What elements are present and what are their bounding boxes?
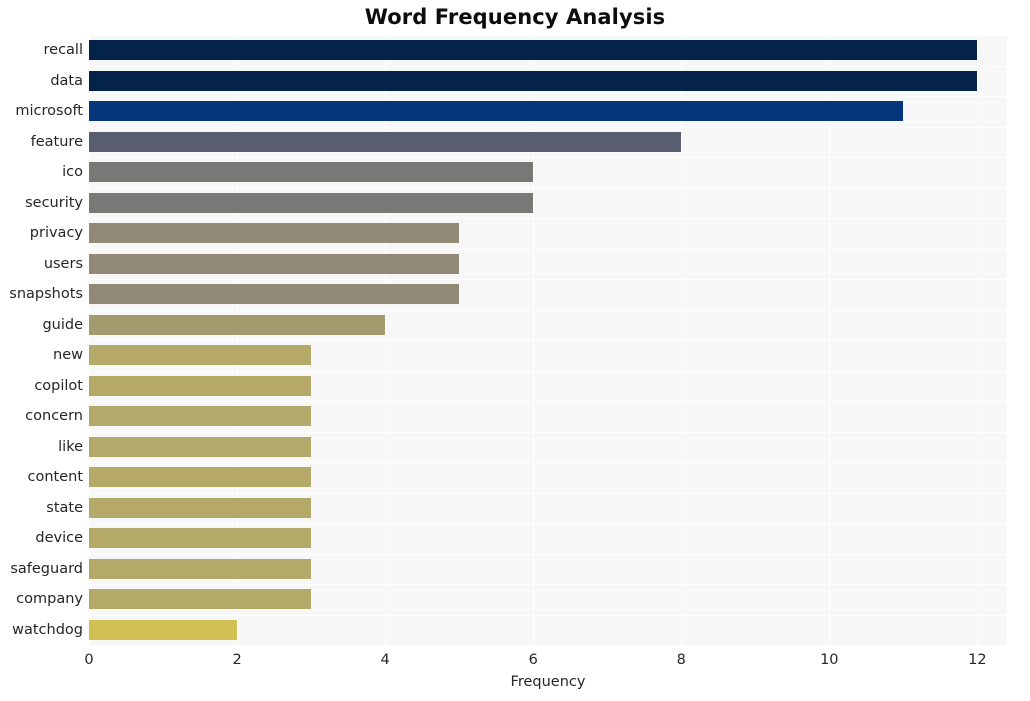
y-tick-label-snapshots: snapshots — [9, 286, 83, 303]
bar-privacy[interactable] — [89, 223, 460, 244]
y-tick-label-microsoft: microsoft — [15, 103, 83, 120]
bar-like[interactable] — [89, 436, 312, 457]
bar-recall[interactable] — [89, 40, 978, 61]
y-tick-label-feature: feature — [30, 133, 83, 150]
bar-device[interactable] — [89, 528, 312, 549]
y-axis-tick-labels: recall data microsoft feature ico security pri… — [0, 35, 89, 645]
gridline-horizontal-5 — [89, 188, 1007, 189]
gridline-horizontal-9 — [89, 310, 1007, 311]
y-tick-label-content: content — [27, 469, 83, 486]
plot-area — [89, 35, 1007, 645]
x-tick-label-2: 2 — [232, 652, 242, 668]
bar-safeguard[interactable] — [89, 558, 312, 579]
x-axis-tick-labels: 0 2 4 6 8 10 12 — [84, 645, 1007, 675]
gridline-horizontal-0 — [89, 35, 1007, 36]
gridline-horizontal-16 — [89, 523, 1007, 524]
gridline-horizontal-11 — [89, 371, 1007, 372]
gridline-horizontal-12 — [89, 401, 1007, 402]
gridline-horizontal-6 — [89, 218, 1007, 219]
y-tick-label-new: new — [53, 347, 83, 364]
bar-concern[interactable] — [89, 406, 312, 427]
y-tick-label-data: data — [50, 72, 83, 89]
gridline-horizontal-15 — [89, 493, 1007, 494]
x-axis-title: Frequency — [510, 674, 586, 690]
x-tick-label-8: 8 — [676, 652, 686, 668]
y-tick-label-concern: concern — [25, 408, 83, 425]
gridline-horizontal-2 — [89, 96, 1007, 97]
bar-state[interactable] — [89, 497, 312, 518]
y-tick-label-guide: guide — [42, 316, 83, 333]
x-tick-label-10: 10 — [820, 652, 839, 668]
bar-snapshots[interactable] — [89, 284, 460, 305]
y-tick-label-users: users — [43, 255, 83, 272]
gridline-horizontal-18 — [89, 584, 1007, 585]
bar-users[interactable] — [89, 253, 460, 274]
y-tick-label-watchdog: watchdog — [12, 621, 83, 638]
bar-watchdog[interactable] — [89, 619, 238, 640]
y-tick-label-company: company — [16, 591, 83, 608]
bar-data[interactable] — [89, 70, 978, 91]
bar-guide[interactable] — [89, 314, 386, 335]
x-tick-label-0: 0 — [84, 652, 94, 668]
bar-ico[interactable] — [89, 162, 534, 183]
gridline-horizontal-7 — [89, 249, 1007, 250]
bar-microsoft[interactable] — [89, 101, 904, 122]
gridline-horizontal-19 — [89, 615, 1007, 616]
bar-security[interactable] — [89, 192, 534, 213]
y-tick-label-copilot: copilot — [34, 377, 83, 394]
gridline-horizontal-1 — [89, 66, 1007, 67]
x-tick-label-4: 4 — [380, 652, 390, 668]
gridline-horizontal-17 — [89, 554, 1007, 555]
y-tick-label-recall: recall — [43, 42, 83, 59]
y-tick-label-device: device — [35, 530, 83, 547]
bar-copilot[interactable] — [89, 375, 312, 396]
y-tick-label-ico: ico — [62, 164, 83, 181]
gridline-horizontal-10 — [89, 340, 1007, 341]
bar-content[interactable] — [89, 467, 312, 488]
gridline-horizontal-4 — [89, 157, 1007, 158]
bar-feature[interactable] — [89, 131, 682, 152]
gridline-horizontal-14 — [89, 462, 1007, 463]
gridline-horizontal-8 — [89, 279, 1007, 280]
y-tick-label-security: security — [25, 194, 83, 211]
y-tick-label-state: state — [46, 499, 83, 516]
bar-new[interactable] — [89, 345, 312, 366]
chart-title: Word Frequency Analysis — [364, 5, 666, 29]
gridline-horizontal-3 — [89, 127, 1007, 128]
bar-company[interactable] — [89, 589, 312, 610]
x-tick-label-6: 6 — [528, 652, 538, 668]
gridline-horizontal-13 — [89, 432, 1007, 433]
x-tick-label-12: 12 — [968, 652, 987, 668]
word-frequency-chart: Word Frequency Analysis recall data micros… — [0, 0, 1030, 701]
y-tick-label-like: like — [58, 438, 83, 455]
y-tick-label-privacy: privacy — [29, 225, 83, 242]
y-tick-label-safeguard: safeguard — [10, 560, 83, 577]
